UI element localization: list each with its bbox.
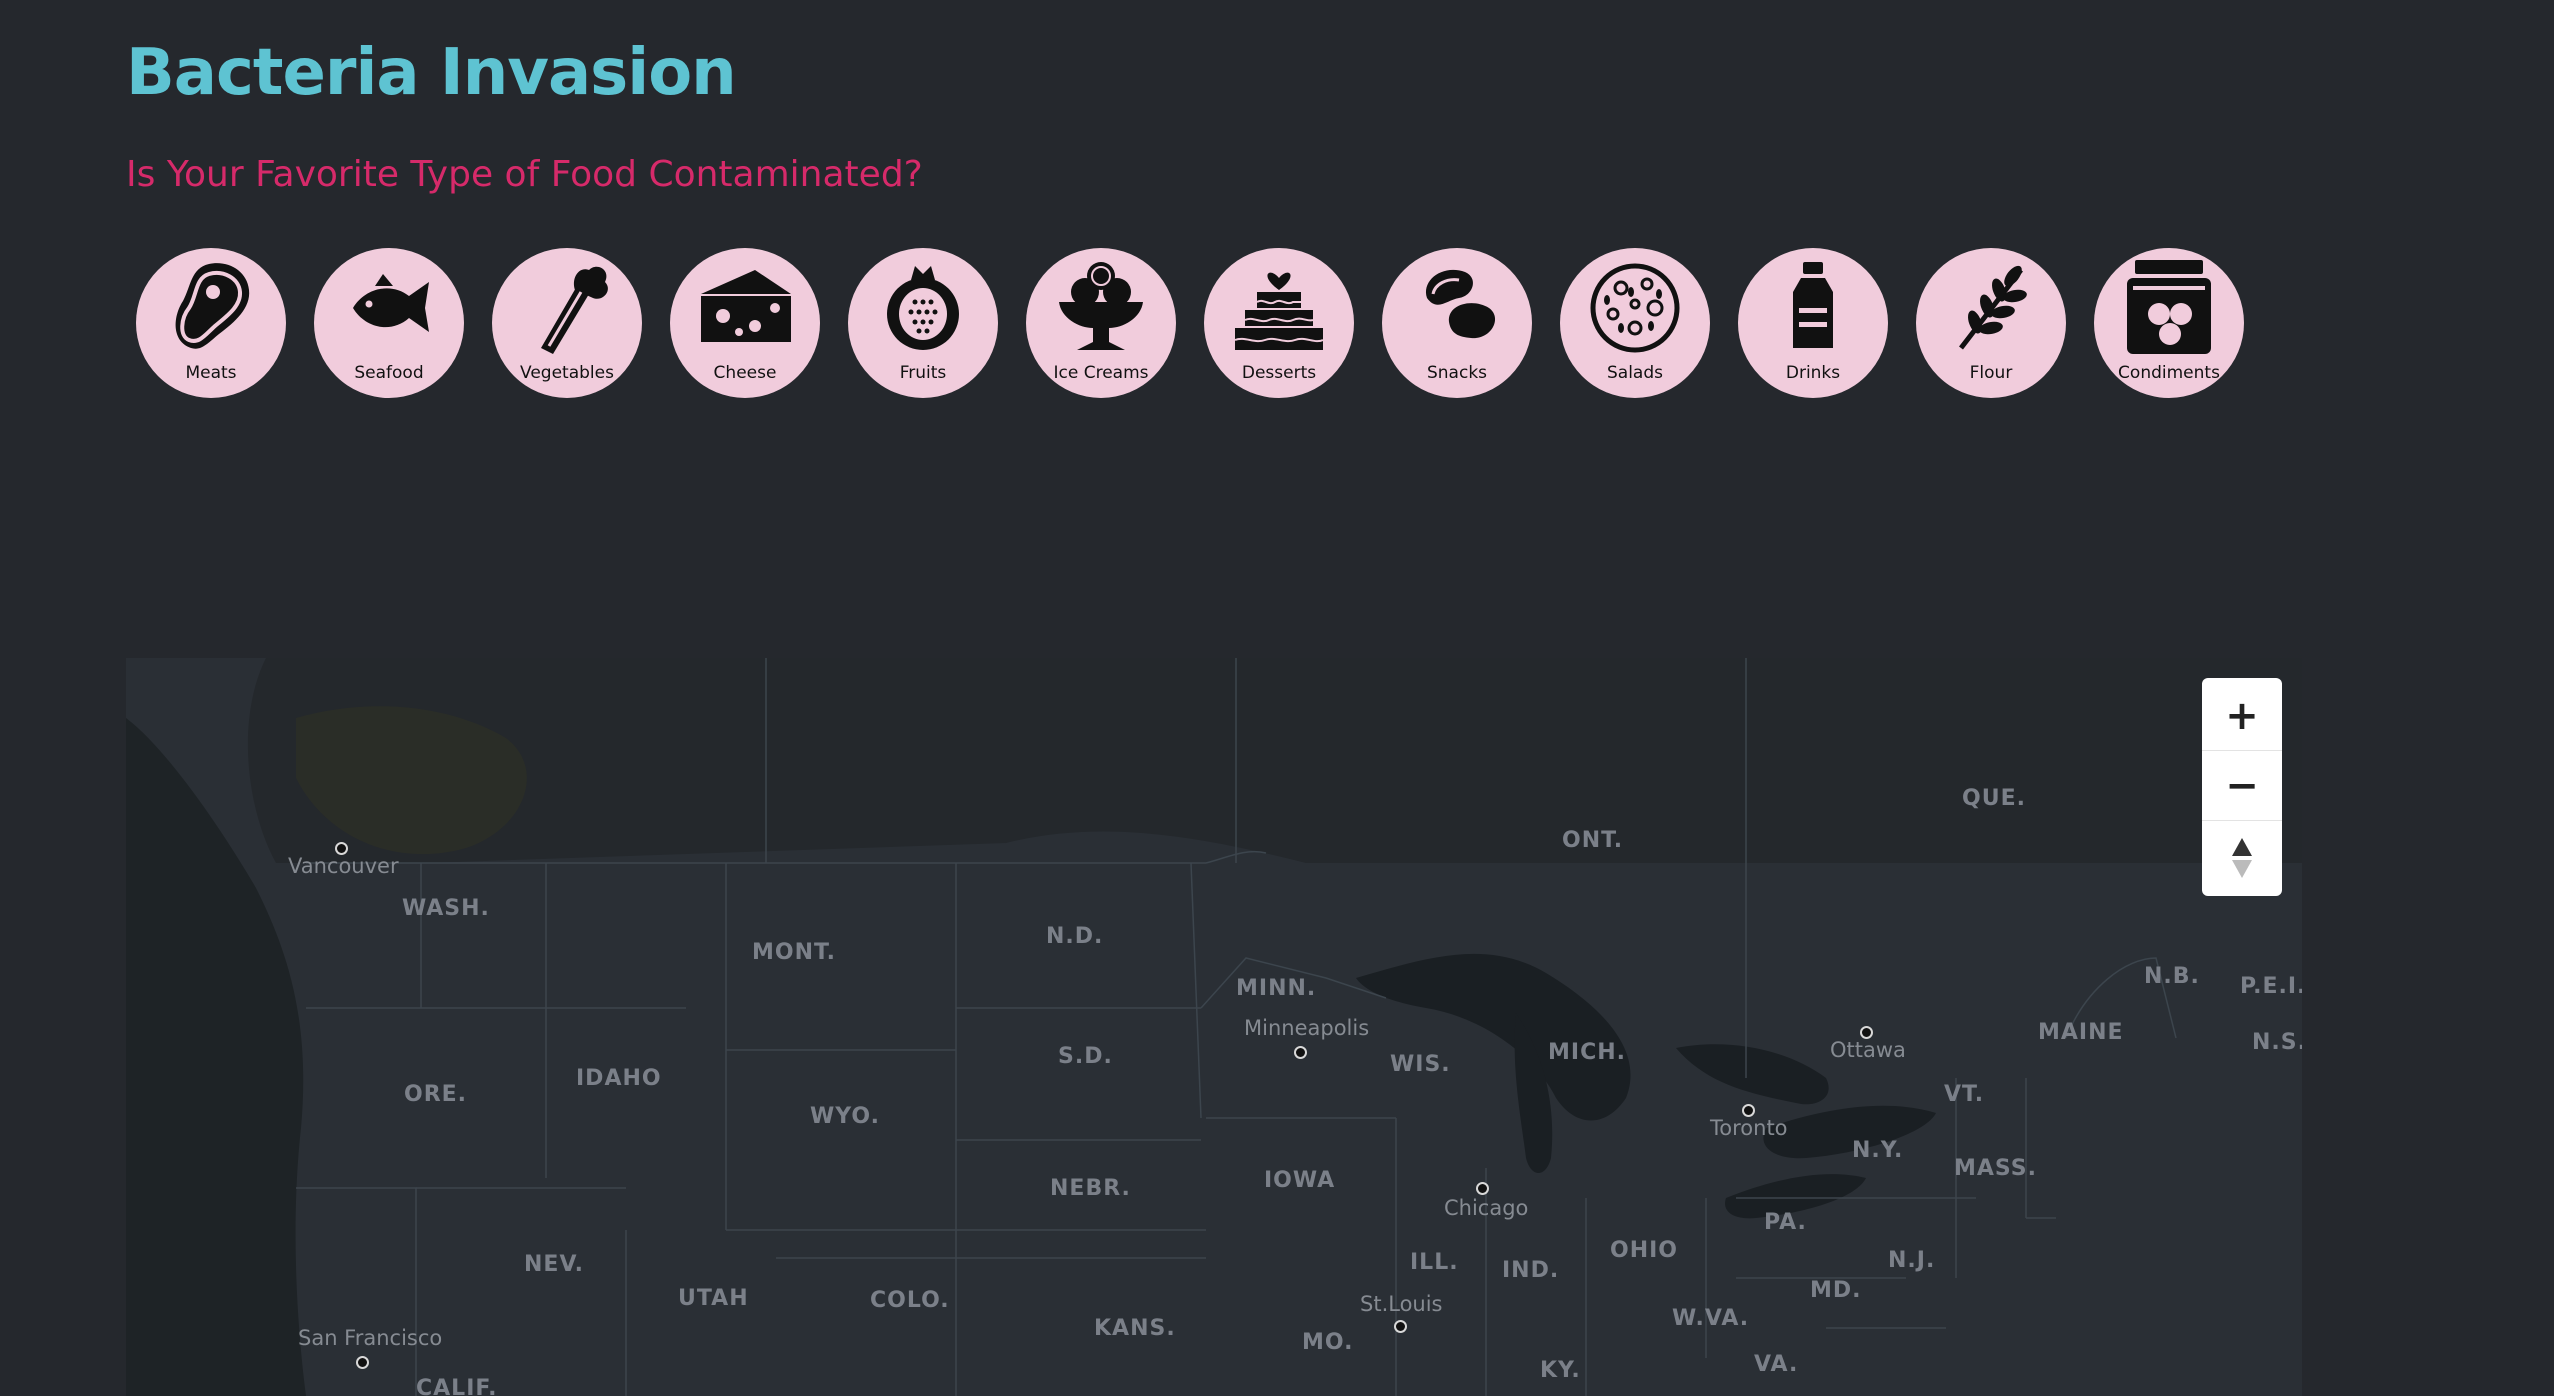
app-title: Bacteria Invasion	[126, 36, 737, 110]
map-label-state: ORE.	[404, 1082, 468, 1107]
category-label: Condiments	[2118, 363, 2220, 383]
category-label: Desserts	[1241, 363, 1317, 383]
map-label-state: WIS.	[1390, 1052, 1451, 1077]
category-label: Vegetables	[520, 363, 614, 383]
category-salads-button[interactable]: Salads	[1560, 248, 1710, 398]
food-category-list: Meats Seafood Vegetables Cheese Fruits I…	[136, 248, 2256, 398]
compass-button[interactable]	[2202, 824, 2282, 892]
city-marker[interactable]	[1294, 1046, 1307, 1059]
map-label-province: QUE.	[1962, 786, 2026, 811]
map-label-state: KY.	[1540, 1358, 1581, 1383]
bottle-icon	[1793, 262, 1833, 348]
map-label-state: CALIF.	[416, 1376, 498, 1396]
city-marker[interactable]	[1476, 1182, 1489, 1195]
category-label: Salads	[1607, 363, 1663, 383]
category-meats-button[interactable]: Meats	[136, 248, 286, 398]
map-label-state: VA.	[1754, 1352, 1799, 1377]
map-label-city: Vancouver	[288, 854, 399, 878]
map-label-state: IOWA	[1264, 1168, 1336, 1193]
steak-icon	[175, 263, 250, 349]
map-label-city: Chicago	[1444, 1196, 1529, 1220]
map-label-city: St.Louis	[1360, 1292, 1443, 1316]
category-label: Ice Creams	[1053, 363, 1149, 383]
map-label-province: N.S.	[2252, 1030, 2302, 1055]
category-label: Cheese	[713, 363, 777, 383]
category-seafood-button[interactable]: Seafood	[314, 248, 464, 398]
map-label-city: Toronto	[1710, 1116, 1788, 1140]
category-label: Meats	[185, 363, 237, 383]
compass-icon	[2232, 838, 2252, 878]
category-drinks-button[interactable]: Drinks	[1738, 248, 1888, 398]
map-label-state: IDAHO	[576, 1066, 662, 1091]
category-desserts-button[interactable]: Desserts	[1204, 248, 1354, 398]
city-marker[interactable]	[1394, 1320, 1407, 1333]
map-label-state: WYO.	[810, 1104, 880, 1129]
jar-icon	[2127, 260, 2211, 354]
map-label-state: MO.	[1302, 1330, 1354, 1355]
map-basemap	[126, 658, 2302, 1396]
map-label-state: W.VA.	[1672, 1306, 1750, 1331]
map-label-state: MASS.	[1954, 1156, 2037, 1181]
map-label-state: ILL.	[1410, 1250, 1459, 1275]
map-label-state: MINN.	[1236, 976, 1317, 1001]
map-label-state: COLO.	[870, 1288, 950, 1313]
page-subtitle: Is Your Favorite Type of Food Contaminat…	[126, 154, 923, 195]
category-label: Flour	[1969, 363, 2013, 383]
map-label-city: Minneapolis	[1244, 1016, 1370, 1040]
category-fruits-button[interactable]: Fruits	[848, 248, 998, 398]
map-label-state: N.J.	[1888, 1248, 1936, 1273]
celery-icon	[541, 266, 608, 354]
category-condiments-button[interactable]: Condiments	[2094, 248, 2244, 398]
zoom-in-button[interactable]: +	[2202, 682, 2282, 751]
map-view[interactable]: WASH. MONT. N.D. MINN. ORE. IDAHO S.D. W…	[126, 658, 2302, 1396]
pomegranate-icon	[887, 266, 959, 350]
category-snacks-button[interactable]: Snacks	[1382, 248, 1532, 398]
ice-cream-sundae-icon	[1059, 262, 1143, 350]
category-ice-creams-button[interactable]: Ice Creams	[1026, 248, 1176, 398]
map-label-state: PA.	[1764, 1210, 1807, 1235]
map-label-state: MAINE	[2038, 1020, 2124, 1045]
map-label-state: WASH.	[402, 896, 490, 921]
map-label-state: MONT.	[752, 940, 837, 965]
zoom-out-button[interactable]: −	[2202, 752, 2282, 821]
cake-icon	[1234, 272, 1324, 350]
map-label-state: OHIO	[1610, 1238, 1679, 1263]
map-label-state: UTAH	[678, 1286, 749, 1311]
category-label: Drinks	[1785, 363, 1841, 383]
map-label-state: KANS.	[1094, 1316, 1176, 1341]
category-vegetables-button[interactable]: Vegetables	[492, 248, 642, 398]
map-label-province: P.E.I.	[2240, 974, 2302, 999]
map-navigation-controls: + −	[2202, 678, 2282, 896]
map-label-city: Ottawa	[1830, 1038, 1906, 1062]
salad-bowl-icon	[1590, 263, 1680, 353]
map-label-state: N.Y.	[1852, 1138, 1904, 1163]
category-label: Fruits	[899, 363, 947, 383]
beans-icon	[1425, 269, 1496, 339]
map-label-state: VT.	[1944, 1082, 1985, 1107]
map-label-state: MICH.	[1548, 1040, 1626, 1065]
category-label: Snacks	[1426, 363, 1488, 383]
map-label-state: S.D.	[1058, 1044, 1113, 1069]
wheat-icon	[1959, 265, 2027, 350]
map-label-state: IND.	[1502, 1258, 1560, 1283]
city-marker[interactable]	[356, 1356, 369, 1369]
map-label-province: N.B.	[2144, 964, 2200, 989]
category-flour-button[interactable]: Flour	[1916, 248, 2066, 398]
cheese-icon	[701, 270, 791, 342]
map-label-state: NEV.	[524, 1252, 584, 1277]
map-label-state: N.D.	[1046, 924, 1104, 949]
map-label-city: San Francisco	[298, 1326, 443, 1350]
map-label-province: ONT.	[1562, 828, 1624, 853]
category-label: Seafood	[354, 363, 424, 383]
fish-icon	[353, 274, 429, 332]
map-label-state: NEBR.	[1050, 1176, 1131, 1201]
category-cheese-button[interactable]: Cheese	[670, 248, 820, 398]
map-label-state: MD.	[1810, 1278, 1862, 1303]
